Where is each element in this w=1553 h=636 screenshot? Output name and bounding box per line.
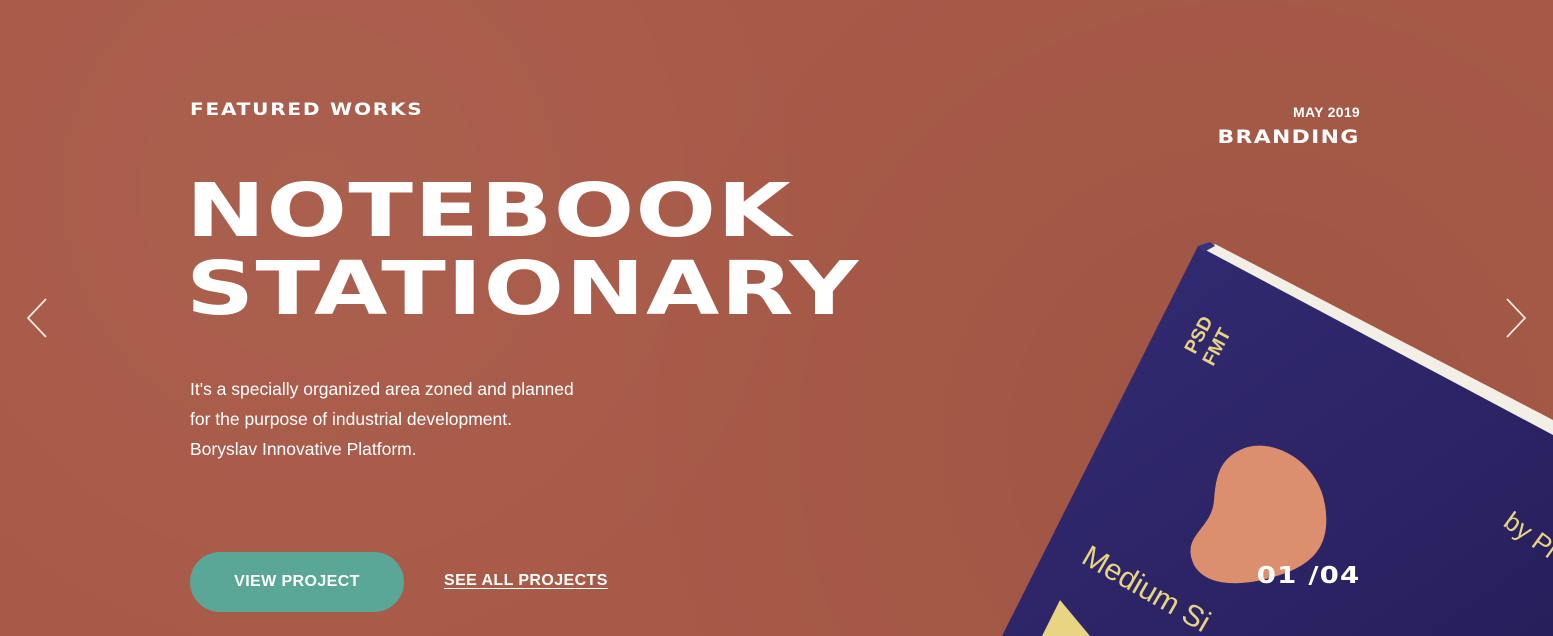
hero-slider: FEATURED WORKS MAY 2019 BRANDING NOTEBOO… [0, 0, 1553, 636]
description-line: It's a specially organized area zoned an… [190, 379, 574, 399]
view-project-button[interactable]: VIEW PROJECT [190, 552, 404, 612]
chevron-right-icon [1506, 298, 1527, 338]
project-category: BRANDING [1217, 126, 1360, 148]
description-line: Boryslav Innovative Platform. [190, 439, 417, 459]
project-title-line: NOTEBOOK [186, 168, 792, 254]
project-title-line: STATIONARY [186, 246, 860, 332]
chevron-left-icon [26, 298, 47, 338]
slide-counter: 01 /04 [1256, 563, 1360, 589]
project-date: MAY 2019 [1292, 104, 1360, 120]
project-title: NOTEBOOK STATIONARY [186, 172, 860, 328]
see-all-projects-link[interactable]: SEE ALL PROJECTS [444, 572, 608, 590]
section-label: FEATURED WORKS [190, 100, 424, 120]
project-description: It's a specially organized area zoned an… [190, 374, 630, 464]
prev-slide-button[interactable] [22, 296, 52, 340]
project-meta: MAY 2019 BRANDING [1218, 104, 1360, 148]
description-line: for the purpose of industrial developmen… [190, 409, 512, 429]
next-slide-button[interactable] [1501, 296, 1531, 340]
